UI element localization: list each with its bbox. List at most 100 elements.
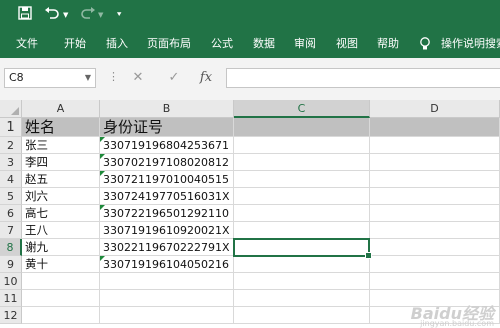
cell-a4[interactable]: 赵五 (22, 171, 100, 188)
cell-b9-value: 330719196104050216 (103, 258, 229, 271)
cell-a12[interactable] (22, 307, 100, 324)
cell-a1[interactable]: 姓名 (22, 118, 100, 137)
insert-function-icon[interactable]: fx (196, 68, 216, 88)
text-number-indicator (100, 171, 105, 176)
cell-b4[interactable]: 330721197010040515 (100, 171, 234, 188)
cell-d4[interactable] (370, 171, 500, 188)
select-all-button[interactable] (0, 100, 22, 118)
cell-c9[interactable] (234, 256, 370, 273)
save-icon[interactable] (18, 6, 32, 24)
row-header-8[interactable]: 8 (0, 239, 22, 256)
column-header-d[interactable]: D (370, 100, 500, 118)
cell-b4-value: 330721197010040515 (103, 173, 229, 186)
cell-c4[interactable] (234, 171, 370, 188)
column-header-a[interactable]: A (22, 100, 100, 118)
cell-a2[interactable]: 张三 (22, 137, 100, 154)
cell-a9[interactable]: 黄十 (22, 256, 100, 273)
cell-b1[interactable]: 身份证号 (100, 118, 234, 137)
cell-b6[interactable]: 330722196501292110 (100, 205, 234, 222)
cell-c3[interactable] (234, 154, 370, 171)
cell-d8[interactable] (370, 239, 500, 256)
row-header-6[interactable]: 6 (0, 205, 22, 222)
cell-d1[interactable] (370, 118, 500, 137)
cancel-icon[interactable]: ✕ (128, 68, 148, 88)
cell-a6[interactable]: 高七 (22, 205, 100, 222)
tab-home[interactable]: 开始 (64, 30, 86, 58)
cell-b11[interactable] (100, 290, 234, 307)
cell-b3-value: 330702197108020812 (103, 156, 229, 169)
cell-b5-value: 33072419770516031X (103, 190, 230, 203)
tab-file[interactable]: 文件 (16, 30, 38, 58)
cell-b7[interactable]: 33071919610920021X (100, 222, 234, 239)
cell-b10[interactable] (100, 273, 234, 290)
tab-formulas[interactable]: 公式 (211, 30, 233, 58)
row-header-1[interactable]: 1 (0, 118, 22, 137)
redo-icon[interactable] (80, 6, 96, 24)
cell-c10[interactable] (234, 273, 370, 290)
tab-help[interactable]: 帮助 (377, 30, 399, 58)
row-header-10[interactable]: 10 (0, 273, 22, 290)
customize-icon[interactable]: ⯆ (116, 6, 122, 24)
tab-page-layout[interactable]: 页面布局 (147, 30, 191, 58)
cell-c12[interactable] (234, 307, 370, 324)
cell-d3[interactable] (370, 154, 500, 171)
chevron-down-icon[interactable]: ▼ (85, 69, 91, 87)
formula-input[interactable] (226, 68, 500, 88)
cell-c7[interactable] (234, 222, 370, 239)
cell-b6-value: 330722196501292110 (103, 207, 229, 220)
redo-dropdown-icon[interactable]: ▼ (98, 6, 103, 24)
cell-d2[interactable] (370, 137, 500, 154)
row-header-5[interactable]: 5 (0, 188, 22, 205)
cell-c1[interactable] (234, 118, 370, 137)
name-box-value: C8 (9, 71, 24, 84)
row-header-4[interactable]: 4 (0, 171, 22, 188)
watermark-url: jingyan.baidu.com (420, 319, 494, 328)
cell-c2[interactable] (234, 137, 370, 154)
column-header-c[interactable]: C (234, 100, 370, 118)
cell-a5[interactable]: 刘六 (22, 188, 100, 205)
cell-b8[interactable]: 33022119670222791X (100, 239, 234, 256)
row-header-3[interactable]: 3 (0, 154, 22, 171)
cell-c11[interactable] (234, 290, 370, 307)
row-header-11[interactable]: 11 (0, 290, 22, 307)
cell-b12[interactable] (100, 307, 234, 324)
column-header-b[interactable]: B (100, 100, 234, 118)
cell-b8-value: 33022119670222791X (103, 241, 230, 254)
cell-b2[interactable]: 330719196804253671 (100, 137, 234, 154)
text-number-indicator (100, 205, 105, 210)
text-number-indicator (100, 154, 105, 159)
cell-d9[interactable] (370, 256, 500, 273)
tab-review[interactable]: 审阅 (294, 30, 316, 58)
row-header-7[interactable]: 7 (0, 222, 22, 239)
row-header-2[interactable]: 2 (0, 137, 22, 154)
cell-b5[interactable]: 33072419770516031X (100, 188, 234, 205)
enter-icon[interactable]: ✓ (164, 68, 184, 88)
tab-insert[interactable]: 插入 (106, 30, 128, 58)
cell-a3[interactable]: 李四 (22, 154, 100, 171)
cell-d10[interactable] (370, 273, 500, 290)
cell-a7[interactable]: 王八 (22, 222, 100, 239)
cell-d5[interactable] (370, 188, 500, 205)
cell-b9[interactable]: 330719196104050216 (100, 256, 234, 273)
cell-d6[interactable] (370, 205, 500, 222)
cell-c6[interactable] (234, 205, 370, 222)
name-box[interactable]: C8 ▼ (4, 68, 96, 88)
cell-a11[interactable] (22, 290, 100, 307)
undo-dropdown-icon[interactable]: ▼ (63, 6, 68, 24)
tell-me-search[interactable]: 操作说明搜索 (441, 30, 500, 58)
cell-d7[interactable] (370, 222, 500, 239)
lightbulb-icon (419, 30, 431, 58)
drag-handle-icon[interactable]: ⋮ (108, 70, 120, 83)
tab-view[interactable]: 视图 (336, 30, 358, 58)
undo-icon[interactable] (44, 6, 60, 24)
row-header-12[interactable]: 12 (0, 307, 22, 324)
cell-a10[interactable] (22, 273, 100, 290)
cell-b3[interactable]: 330702197108020812 (100, 154, 234, 171)
tab-data[interactable]: 数据 (253, 30, 275, 58)
cell-c5[interactable] (234, 188, 370, 205)
row-header-9[interactable]: 9 (0, 256, 22, 273)
cell-a8[interactable]: 谢九 (22, 239, 100, 256)
active-cell-selection[interactable] (233, 238, 372, 259)
text-number-indicator (100, 137, 105, 142)
quick-access-toolbar: ▼ ▼ ⯆ (0, 0, 500, 30)
